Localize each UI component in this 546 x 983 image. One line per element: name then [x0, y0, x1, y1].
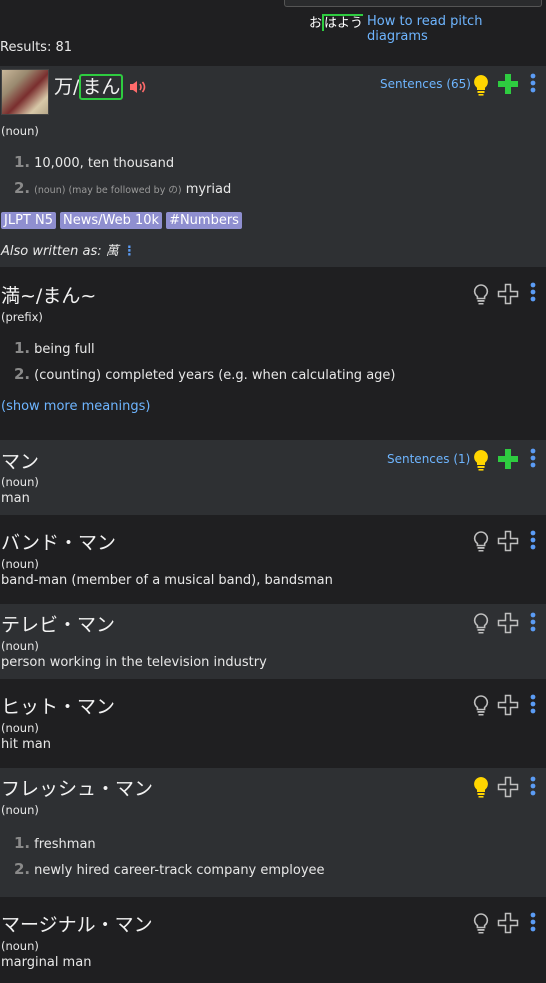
- more-dots-icon[interactable]: [529, 530, 537, 550]
- top-bar: おはよう How to read pitch diagrams: [0, 0, 546, 44]
- more-dots-icon[interactable]: [529, 776, 537, 796]
- entry-man-10000: 万/まん Sentences (65) (noun) 1. 10,000, ten…: [0, 66, 546, 267]
- plus-icon[interactable]: [497, 912, 519, 934]
- lightbulb-icon[interactable]: [472, 776, 490, 798]
- part-of-speech: (noun): [1, 475, 39, 489]
- pitch-example: おはよう: [309, 12, 364, 31]
- part-of-speech: (noun): [1, 721, 39, 735]
- entry-word[interactable]: マン: [1, 447, 39, 474]
- results-count: Results: 81: [0, 40, 72, 55]
- tag-frequency[interactable]: News/Web 10k: [60, 212, 163, 229]
- part-of-speech: (noun): [1, 639, 39, 653]
- also-more-dots-icon[interactable]: ⋮: [123, 244, 136, 259]
- entry-terebi-man: テレビ・マン (noun) person working in the tele…: [0, 604, 546, 679]
- search-box-edge[interactable]: [284, 0, 542, 7]
- entry-band-man: バンド・マン (noun) band-man (member of a musi…: [0, 515, 546, 604]
- gloss: hit man: [1, 737, 51, 752]
- entry-word[interactable]: ヒット・マン: [1, 692, 115, 719]
- more-dots-icon[interactable]: [529, 73, 537, 93]
- part-of-speech: (noun): [1, 557, 39, 571]
- sense-item: 2. newly hired career-track company emplo…: [14, 860, 325, 878]
- sense-item: 2. (counting) completed years (e.g. when …: [14, 365, 396, 383]
- plus-icon[interactable]: [497, 283, 519, 305]
- thumbnail-image[interactable]: [1, 69, 49, 115]
- entry-word[interactable]: バンド・マン: [1, 528, 116, 555]
- part-of-speech: (prefix): [1, 310, 43, 324]
- plus-icon[interactable]: [497, 776, 519, 798]
- entry-fresh-man: フレッシュ・マン (noun) 1. freshman 2. newly hired…: [0, 768, 546, 897]
- more-dots-icon[interactable]: [529, 694, 537, 714]
- pitch-example-low: お: [309, 16, 323, 31]
- sentences-link[interactable]: Sentences (65): [380, 77, 471, 91]
- sense-item: 2. (noun) (may be followed by の) myriad: [14, 179, 232, 197]
- tag-list: JLPT N5 News/Web 10k #Numbers: [1, 212, 242, 229]
- add-to-deck-plus-icon[interactable]: [497, 448, 519, 470]
- more-dots-icon[interactable]: [529, 448, 537, 468]
- lightbulb-icon[interactable]: [472, 74, 490, 96]
- plus-icon[interactable]: [497, 694, 519, 716]
- sentences-link[interactable]: Sentences (1): [387, 452, 470, 466]
- lightbulb-icon[interactable]: [472, 612, 490, 634]
- pitch-high-mora: まん: [79, 74, 124, 100]
- gloss: band-man (member of a musical band), ban…: [1, 573, 333, 588]
- more-dots-icon[interactable]: [529, 282, 537, 302]
- pitch-diagram-help-link[interactable]: How to read pitch diagrams: [367, 14, 546, 44]
- entry-word[interactable]: マージナル・マン: [1, 910, 153, 937]
- entry-marginal-man: マージナル・マン (noun) marginal man: [0, 897, 546, 983]
- tag-numbers[interactable]: #Numbers: [166, 212, 242, 229]
- plus-icon[interactable]: [497, 612, 519, 634]
- lightbulb-icon[interactable]: [472, 912, 490, 934]
- sense-item: 1. 10,000, ten thousand: [14, 153, 175, 171]
- entry-man: マン Sentences (1) (noun) man: [0, 440, 546, 515]
- part-of-speech: (noun): [1, 939, 39, 953]
- part-of-speech: (noun): [1, 803, 39, 817]
- sense-item: 1. being full: [14, 339, 95, 357]
- more-dots-icon[interactable]: [529, 612, 537, 632]
- add-to-deck-plus-icon[interactable]: [497, 73, 519, 95]
- lightbulb-icon[interactable]: [472, 530, 490, 552]
- entry-word[interactable]: 満~/まん~: [1, 281, 96, 308]
- entry-word[interactable]: フレッシュ・マン: [1, 774, 153, 801]
- pitch-example-high: はよう: [322, 14, 364, 31]
- lightbulb-icon[interactable]: [472, 449, 490, 471]
- gloss: marginal man: [1, 955, 92, 970]
- sense-item: 1. freshman: [14, 834, 96, 852]
- gloss: person working in the television industr…: [1, 655, 267, 670]
- show-more-meanings-link[interactable]: (show more meanings): [1, 399, 150, 414]
- gloss: man: [1, 491, 30, 506]
- entry-man-prefix: 満~/まん~ (prefix) 1. being full 2. (counting…: [0, 267, 546, 440]
- entry-word[interactable]: テレビ・マン: [1, 610, 115, 637]
- plus-icon[interactable]: [497, 530, 519, 552]
- entry-hit-man: ヒット・マン (noun) hit man: [0, 679, 546, 768]
- lightbulb-icon[interactable]: [472, 283, 490, 305]
- speaker-icon[interactable]: [128, 79, 148, 99]
- tag-jlpt[interactable]: JLPT N5: [1, 212, 56, 229]
- more-dots-icon[interactable]: [529, 912, 537, 932]
- part-of-speech: (noun): [1, 124, 39, 138]
- entry-word[interactable]: 万/まん: [54, 72, 124, 100]
- also-written-as: Also written as: 萬 ⋮: [1, 244, 136, 259]
- lightbulb-icon[interactable]: [472, 694, 490, 716]
